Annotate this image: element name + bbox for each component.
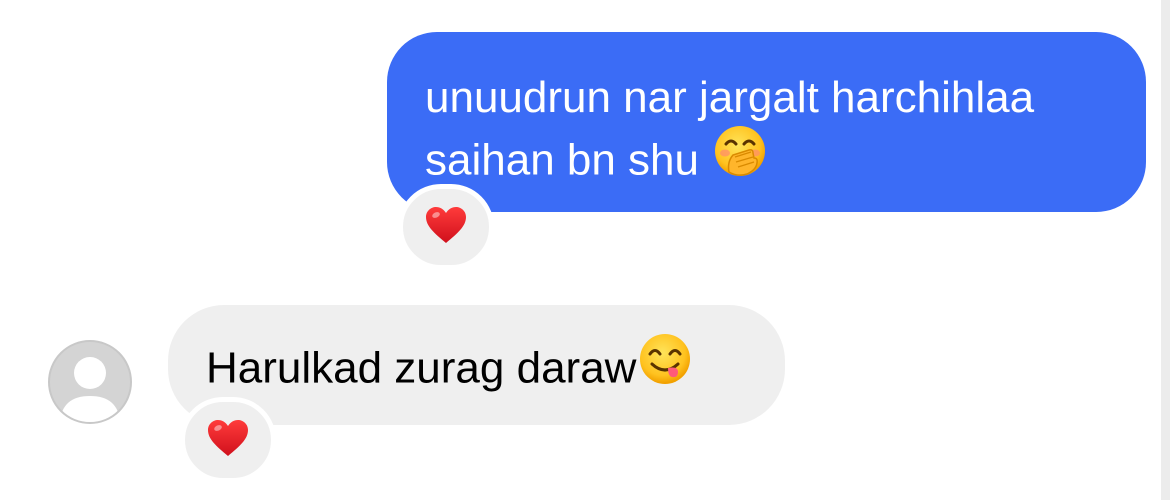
red-heart-icon <box>206 418 250 463</box>
chat-thread: unuudrun nar jargalt harchihlaa saihan b… <box>0 0 1170 500</box>
user-silhouette-icon <box>60 357 120 422</box>
outgoing-message-line-2: saihan bn shu <box>425 126 1116 198</box>
outgoing-reaction-badge[interactable] <box>398 184 494 270</box>
red-heart-icon <box>424 205 468 250</box>
outgoing-message-bubble[interactable]: unuudrun nar jargalt harchihlaa saihan b… <box>387 32 1146 212</box>
incoming-message-text: Harulkad zurag daraw <box>206 343 637 393</box>
face-savoring-food-emoji-icon <box>638 332 692 402</box>
incoming-reaction-badge[interactable] <box>180 397 276 483</box>
outgoing-message-line-2-text: saihan bn shu <box>425 135 699 185</box>
outgoing-message-line-1: unuudrun nar jargalt harchihlaa <box>425 73 1035 122</box>
sender-avatar[interactable] <box>48 340 132 424</box>
hand-over-mouth-emoji-icon <box>713 124 767 194</box>
scroll-edge <box>1161 0 1170 500</box>
